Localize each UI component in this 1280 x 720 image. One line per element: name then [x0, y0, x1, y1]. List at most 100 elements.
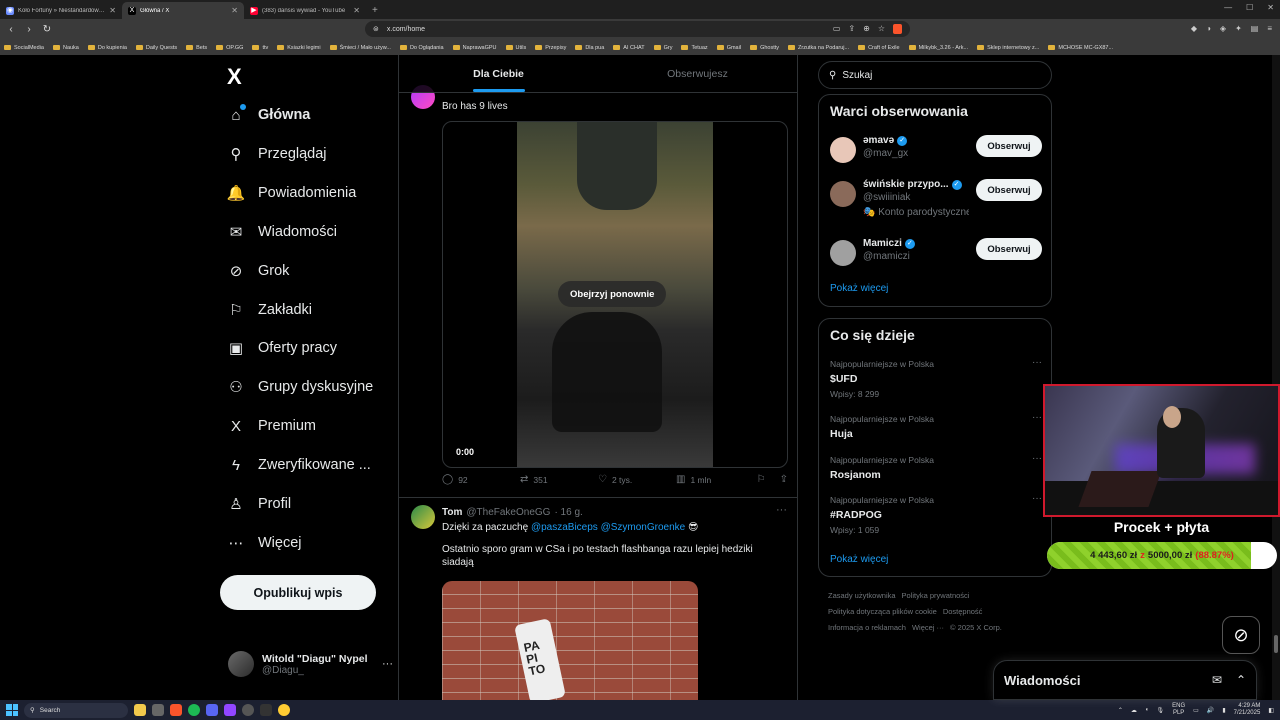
bookmark-item[interactable]: Nauka [52, 45, 79, 51]
wallet-icon[interactable]: ▤ [1251, 24, 1259, 33]
video-player[interactable]: Obejrzyj ponownie 0:00 [442, 121, 788, 468]
cloud-icon[interactable]: ☁ [1131, 707, 1137, 714]
bookmark-item[interactable]: AI CHAT [613, 45, 645, 51]
volume-icon[interactable]: 🔊 [1207, 707, 1214, 714]
bookmark-item[interactable]: Craft of Exile [858, 45, 900, 51]
grok-icon[interactable]: ⊘ [1222, 616, 1260, 654]
app-icon[interactable] [152, 704, 164, 716]
chevron-up-icon[interactable]: ⌃ [1118, 707, 1123, 714]
trend-item[interactable]: Najpopularniejsze w Polska #RADPOG Wpisy: … [830, 493, 1042, 535]
cast-icon[interactable]: ▭ [833, 24, 841, 34]
more-icon[interactable]: ··· [382, 658, 393, 670]
user-name[interactable]: əmavə ✓ [863, 135, 969, 146]
more-icon[interactable]: ··· [1032, 412, 1042, 423]
share-icon[interactable]: ⇪ [780, 474, 788, 485]
bookmark-item[interactable]: Do Oglądania [399, 45, 444, 51]
bookmark-item[interactable]: OP.GG [216, 45, 243, 51]
scrollbar-thumb[interactable] [1274, 635, 1278, 653]
browser-tab[interactable]: ◉ Koło Fortuny » Niestandardowy Wyn ✕ [0, 2, 122, 19]
mention-link[interactable]: @SzymonGroenke [601, 522, 686, 533]
battery-icon[interactable]: ▮ [1222, 707, 1225, 714]
bookmark-item[interactable]: Daily Quests [135, 45, 177, 51]
brave-browser-icon[interactable] [170, 704, 182, 716]
trend-item[interactable]: Najpopularniejsze w Polska Huja ··· [830, 412, 1042, 440]
footer-link[interactable]: Polityka dotycząca plików cookie [828, 607, 937, 616]
extension-icon[interactable]: ◆ [1191, 24, 1197, 33]
bookmark-icon[interactable]: ⚐ [757, 474, 766, 485]
bookmark-item[interactable]: Śmieci / Mało używ... [329, 45, 391, 51]
nav-item-11[interactable]: ♙ Profil [228, 492, 291, 516]
app-icon[interactable] [278, 704, 290, 716]
bookmark-item[interactable]: Zrzutka na Podaruj... [788, 45, 849, 51]
post-button[interactable]: Opublikuj wpis [220, 575, 376, 610]
windows-start-icon[interactable] [6, 704, 18, 716]
bookmark-item[interactable]: Ksiazki legimi [277, 45, 321, 51]
bookmark-item[interactable]: Sklep internetowy z... [977, 45, 1039, 51]
taskbar-search[interactable]: ⚲ Search [24, 702, 128, 718]
scrollbar[interactable] [1272, 55, 1280, 700]
file-explorer-icon[interactable] [134, 704, 146, 716]
tweet-image[interactable]: PA PI TO [442, 581, 698, 700]
browser-tab[interactable]: X Główna / X ✕ [122, 2, 244, 19]
footer-link[interactable]: Zasady użytkownika [828, 591, 896, 600]
extensions-icon[interactable]: ✦ [1235, 24, 1242, 33]
like-button[interactable]: ♡ 2 tys. [598, 474, 676, 485]
bookmark-item[interactable]: SocialMedia [4, 45, 44, 51]
tweet[interactable]: Bro has 9 lives Obejrzyj ponownie 0:00 ◯… [399, 85, 797, 498]
who-to-follow-item[interactable]: świńskie przypo... ✓ @swiiiniak 🎭 Konto par… [830, 179, 1042, 218]
close-icon[interactable]: ✕ [1267, 3, 1274, 12]
language-indicator[interactable]: ENG PLP [1172, 703, 1185, 717]
messages-drawer[interactable]: Wiadomości ✉ ⌃ [993, 660, 1257, 700]
nav-item-8[interactable]: ⚇ Grupy dyskusyjne [228, 375, 373, 399]
spotify-icon[interactable] [188, 704, 200, 716]
tab-close-icon[interactable]: ✕ [109, 6, 116, 15]
avatar[interactable] [830, 137, 856, 163]
nav-item-2[interactable]: ⚲ Przeglądaj [228, 142, 327, 166]
brave-shield-icon[interactable] [893, 24, 902, 34]
replay-button[interactable]: Obejrzyj ponownie [558, 281, 667, 307]
nav-item-7[interactable]: ▣ Oferty pracy [228, 336, 337, 360]
browser-tab[interactable]: ▶ (383) dansis wywiad - YouTube ✕ [244, 2, 366, 19]
tweet-author-name[interactable]: Tom [442, 507, 462, 518]
bookmark-item[interactable]: Gry [653, 45, 672, 51]
more-icon[interactable]: ··· [776, 504, 787, 516]
nav-item-12[interactable]: ⋯ Więcej [228, 531, 302, 555]
bookmark-item[interactable]: MCHOSE MC-GX87... [1048, 45, 1113, 51]
more-icon[interactable]: ··· [1032, 453, 1042, 464]
extension-icon[interactable]: ◑ [1206, 24, 1211, 33]
forward-icon[interactable]: › [24, 24, 34, 35]
notifications-icon[interactable]: ◧ [1268, 707, 1274, 714]
discord-icon[interactable] [206, 704, 218, 716]
minimize-icon[interactable]: — [1224, 3, 1232, 12]
views-button[interactable]: ▥ 1 mln [676, 474, 754, 485]
zoom-icon[interactable]: ⊕ [863, 24, 870, 34]
nav-item-5[interactable]: ⊘ Grok [228, 259, 290, 283]
tab-close-icon[interactable]: ✕ [231, 6, 238, 15]
headset-icon[interactable]: ◖ [1145, 707, 1149, 713]
microphone-icon[interactable]: 🎙 [1157, 707, 1165, 714]
nav-item-6[interactable]: ⚐ Zakładki [228, 298, 312, 322]
bookmark-item[interactable]: Gmail [716, 45, 741, 51]
network-icon[interactable]: ▭ [1193, 707, 1199, 714]
nav-item-4[interactable]: ✉ Wiadomości [228, 220, 337, 244]
share-icon[interactable]: ⇪ [848, 24, 855, 34]
repost-button[interactable]: ⇄ 351 [520, 474, 598, 485]
nav-item-10[interactable]: ϟ Zweryfikowane ... [228, 453, 371, 477]
bookmark-item[interactable]: Ghostty [750, 45, 779, 51]
bookmark-item[interactable]: Milkybk_3.26 - Ark... [908, 45, 968, 51]
avatar[interactable] [830, 181, 856, 207]
bookmark-item[interactable]: Tetuaz [681, 45, 708, 51]
back-icon[interactable]: ‹ [6, 24, 16, 35]
search-input[interactable]: ⚲ Szukaj [818, 61, 1052, 89]
more-icon[interactable]: ··· [1032, 493, 1042, 504]
tab-for-you[interactable]: Dla Ciebie [399, 55, 598, 92]
footer-link[interactable]: Więcej ··· [912, 623, 944, 632]
bookmark-item[interactable]: Do kupienia [87, 45, 127, 51]
menu-icon[interactable]: ≡ [1267, 24, 1272, 33]
trend-item[interactable]: Najpopularniejsze w Polska $UFD Wpisy: 8 2… [830, 357, 1042, 399]
nav-item-9[interactable]: X Premium [228, 414, 316, 438]
footer-link[interactable]: Dostępność [943, 607, 983, 616]
trend-item[interactable]: Najpopularniejsze w Polska Rosjanom ··· [830, 453, 1042, 481]
bookmark-item[interactable]: Bets [186, 45, 207, 51]
avatar[interactable] [411, 505, 435, 529]
